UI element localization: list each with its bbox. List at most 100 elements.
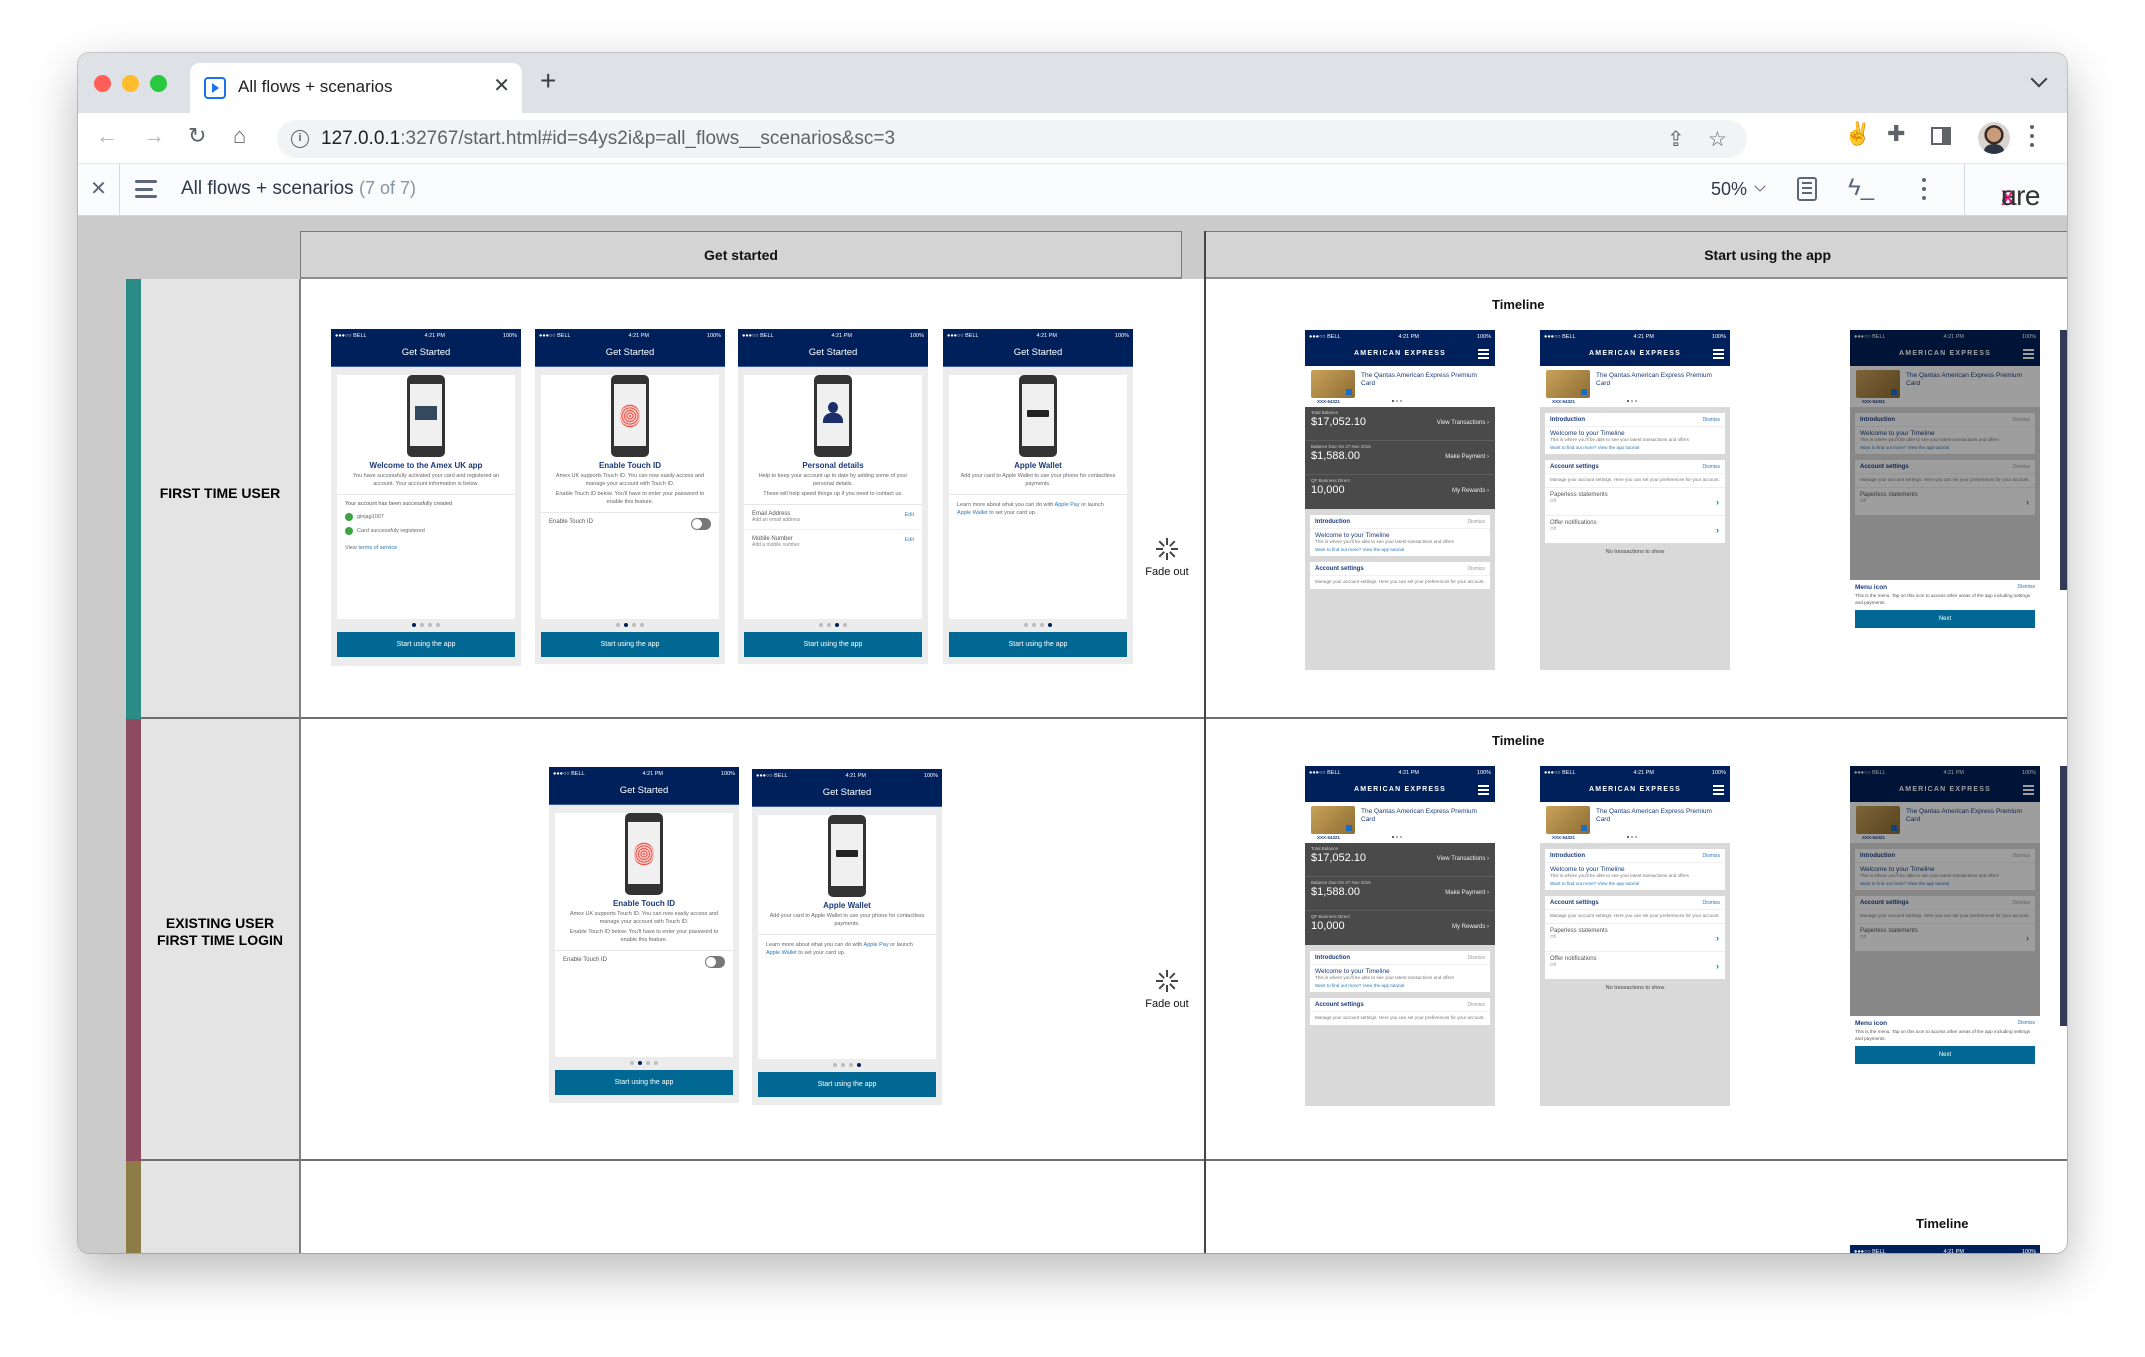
tutorial-link[interactable]: Want to find out more? View the app tuto… <box>1315 547 1485 552</box>
timeline-phone-partial-row3[interactable]: ●●●○○ BELL4:21 PM100% AMERICAN EXPRESS <box>1850 1245 2040 1253</box>
interactions-bolt-icon[interactable]: ϟ_ <box>1848 174 1874 202</box>
forward-button[interactable]: → <box>143 125 165 147</box>
start-using-app-button[interactable]: Start using the app <box>541 632 719 657</box>
tip-dismiss-link[interactable]: Dismiss <box>2018 1020 2036 1026</box>
phone-header-title: Get Started <box>738 342 928 367</box>
hamburger-menu-icon[interactable] <box>2023 349 2034 362</box>
edit-email-link[interactable]: Edit <box>905 512 914 518</box>
window-close-button[interactable] <box>94 75 111 92</box>
zoom-chevron-down-icon[interactable] <box>1754 180 1766 192</box>
browser-menu-icon[interactable] <box>2030 125 2034 149</box>
tab-search-chevron-icon[interactable] <box>2030 70 2048 88</box>
wallet-illustration-icon <box>828 815 866 897</box>
phone-welcome[interactable]: ●●●○○ BELL 4:21 PM 100% Get Started Welcom… <box>331 329 521 666</box>
new-tab-button[interactable]: + <box>540 67 556 95</box>
tip-next-button[interactable]: Next <box>1855 1046 2035 1064</box>
back-button[interactable]: ← <box>96 125 118 147</box>
dismiss-link[interactable]: Dismiss <box>1468 998 1486 1012</box>
address-bar[interactable]: i 127.0.0.1:32767/start.html#id=s4ys2i&p… <box>277 120 1747 158</box>
tab-close-icon[interactable]: ✕ <box>493 73 510 98</box>
side-panel-icon[interactable] <box>1931 127 1951 145</box>
timeline-phone-menu-tip[interactable]: ●●●○○ BELL 4:21 PM 100% AMERICAN EXPRESS T… <box>1850 330 2040 660</box>
tip-next-button[interactable]: Next <box>1855 610 2035 628</box>
timeline-phone-balances[interactable]: ●●●○○ BELL 4:21 PM 100% AMERICAN EXPRESS T… <box>1305 330 1495 670</box>
extension-hand-icon[interactable]: ✌ <box>1844 123 1871 145</box>
hamburger-menu-icon[interactable] <box>1713 349 1724 362</box>
timeline-phone-settings[interactable]: ●●●○○ BELL 4:21 PM 100% AMERICAN EXPRESS T… <box>1540 766 1730 1106</box>
more-options-icon[interactable] <box>1922 178 1926 205</box>
offers-option[interactable]: Offer notifications Off › <box>1545 515 1725 543</box>
apple-wallet-link[interactable]: Apple Wallet <box>766 950 797 956</box>
phone-personal-details[interactable]: ●●●○○ BELL 4:21 PM 100% Get Started Person… <box>738 329 928 664</box>
dismiss-link[interactable]: Dismiss <box>1468 562 1486 576</box>
tutorial-link[interactable]: Want to find out more? View the app tuto… <box>1550 445 1720 450</box>
tutorial-link[interactable]: Want to find out more? View the app tuto… <box>1315 983 1485 988</box>
touchid-toggle[interactable] <box>691 518 711 530</box>
phone-apple-wallet-existing[interactable]: ●●●○○ BELL 4:21 PM 100% Get Started Apple … <box>752 769 942 1105</box>
start-using-app-button[interactable]: Start using the app <box>555 1070 733 1095</box>
apple-wallet-link[interactable]: Apple Wallet <box>957 510 988 516</box>
phone-touch-id[interactable]: ●●●○○ BELL 4:21 PM 100% Get Started Enable… <box>535 329 725 664</box>
timeline-label: Timeline <box>1492 733 1545 748</box>
home-button[interactable]: ⌂ <box>233 125 246 147</box>
welcome-body: You have successfully activated your car… <box>352 473 500 487</box>
extensions-puzzle-icon[interactable]: ✚ <box>1887 123 1905 145</box>
hamburger-menu-icon[interactable] <box>1478 349 1489 362</box>
timeline-phone-settings[interactable]: ●●●○○ BELL 4:21 PM 100% AMERICAN EXPRESS T… <box>1540 330 1730 670</box>
close-sidebar-icon[interactable]: ✕ <box>78 164 120 216</box>
terms-link[interactable]: terms of service <box>358 545 397 551</box>
phone-header-title: Get Started <box>752 782 942 807</box>
make-payment-link[interactable]: Make Payment › <box>1445 890 1489 896</box>
dismiss-link[interactable]: Dismiss <box>1703 849 1721 863</box>
my-rewards-link[interactable]: My Rewards › <box>1452 488 1489 494</box>
browser-tab[interactable]: All flows + scenarios ✕ <box>190 63 522 113</box>
dismiss-link[interactable]: Dismiss <box>1468 951 1486 965</box>
apple-pay-link[interactable]: Apple Pay <box>864 942 889 948</box>
start-using-app-button[interactable]: Start using the app <box>337 632 515 657</box>
phone-touch-id-existing[interactable]: ●●●○○ BELL 4:21 PM 100% Get Started Enable… <box>549 767 739 1103</box>
row-header-first-time-user: FIRST TIME USER <box>141 279 301 719</box>
bookmark-star-icon[interactable]: ☆ <box>1708 127 1727 152</box>
dismiss-link[interactable]: Dismiss <box>1468 515 1486 529</box>
balances-panel: Total Balance $17,052.10 View Transactions… <box>1305 407 1495 509</box>
status-carrier: ●●●○○ BELL <box>742 332 774 339</box>
window-minimize-button[interactable] <box>122 75 139 92</box>
view-transactions-link[interactable]: View Transactions › <box>1437 420 1489 426</box>
paperless-option[interactable]: Paperless statements Off › <box>1545 923 1725 951</box>
offers-option[interactable]: Offer notifications Off › <box>1545 951 1725 979</box>
share-icon[interactable]: ⇪ <box>1667 127 1685 152</box>
site-info-icon[interactable]: i <box>291 130 309 148</box>
profile-avatar[interactable] <box>1978 122 2010 154</box>
timeline-phone-balances[interactable]: ●●●○○ BELL 4:21 PM 100% AMERICAN EXPRESS T… <box>1305 766 1495 1106</box>
reload-button[interactable]: ↻ <box>188 125 206 147</box>
pages-menu-icon[interactable] <box>135 180 157 198</box>
hamburger-menu-icon[interactable] <box>1713 785 1724 798</box>
dismiss-link[interactable]: Dismiss <box>1703 896 1721 910</box>
window-maximize-button[interactable] <box>150 75 167 92</box>
dismiss-link[interactable]: Dismiss <box>1703 413 1721 427</box>
zoom-dropdown[interactable]: 50% <box>1711 179 1747 200</box>
touchid-toggle[interactable] <box>705 956 725 968</box>
hamburger-menu-icon[interactable] <box>1478 785 1489 798</box>
paperless-option[interactable]: Paperless statements Off › <box>1545 487 1725 515</box>
start-using-app-button[interactable]: Start using the app <box>744 632 922 657</box>
tutorial-link[interactable]: Want to find out more? View the app tuto… <box>1550 881 1720 886</box>
make-payment-link[interactable]: Make Payment › <box>1445 454 1489 460</box>
tip-dismiss-link[interactable]: Dismiss <box>2018 584 2036 590</box>
phone-apple-wallet[interactable]: ●●●○○ BELL 4:21 PM 100% Get Started Apple … <box>943 329 1133 664</box>
url-text[interactable]: 127.0.0.1:32767/start.html#id=s4ys2i&p=a… <box>321 128 895 150</box>
start-using-app-button[interactable]: Start using the app <box>758 1072 936 1097</box>
card-selector[interactable]: The Qantas American Express Premium Card… <box>1540 366 1730 407</box>
start-using-app-button[interactable]: Start using the app <box>949 632 1127 657</box>
card-selector[interactable]: The Qantas American Express Premium Card… <box>1305 366 1495 407</box>
email-row[interactable]: Email Address Add an email address Edit <box>744 504 922 530</box>
mobile-row[interactable]: Mobile Number Add a mobile number Edit <box>744 530 922 554</box>
my-rewards-link[interactable]: My Rewards › <box>1452 924 1489 930</box>
apple-pay-link[interactable]: Apple Pay <box>1055 502 1080 508</box>
dismiss-link[interactable]: Dismiss <box>1703 460 1721 474</box>
view-transactions-link[interactable]: View Transactions › <box>1437 856 1489 862</box>
notes-icon[interactable] <box>1797 177 1817 201</box>
page-count: (7 of 7) <box>359 178 417 198</box>
edit-mobile-link[interactable]: Edit <box>905 537 914 543</box>
timeline-phone-menu-tip[interactable]: ●●●○○ BELL 4:21 PM 100% AMERICAN EXPRESS T… <box>1850 766 2040 1096</box>
